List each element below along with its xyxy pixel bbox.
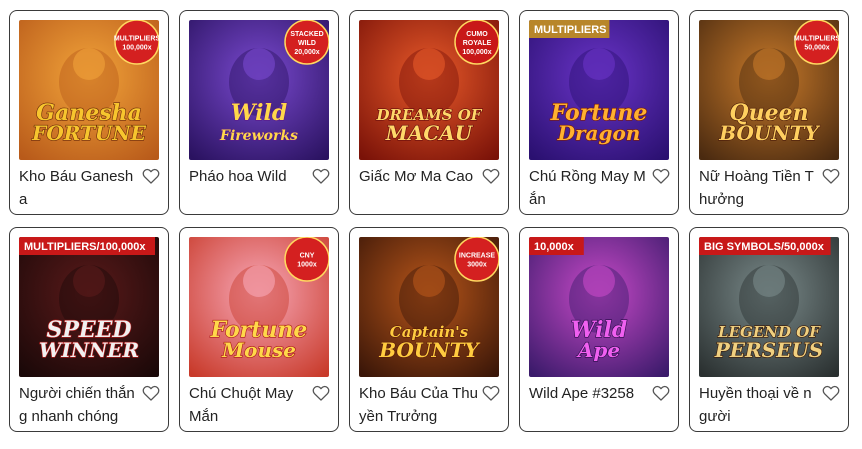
game-artwork: FortuneDragonMULTIPLIERS [529,20,669,160]
heart-icon[interactable] [821,166,841,186]
game-artwork: DREAMS OFMACAUCUMOROYALE100,000x [359,20,499,160]
game-thumbnail[interactable]: Fortune Dragon MULTIPLIERS [529,20,669,160]
game-thumbnail[interactable]: Fortune Mouse CNY 1000x [189,237,329,377]
game-logo-text: PERSEUS [714,338,823,362]
game-artwork: LEGEND OFPERSEUSBIG SYMBOLS/50,000x [699,237,839,377]
multiplier-badge-text: CUMO [466,31,488,38]
game-title[interactable]: Nữ Hoàng Tiền Thưởng [699,165,819,211]
game-card[interactable]: DREAMS OF MACAU CUMO ROYALE 100,000x Giấc Mơ … [349,10,509,215]
multiplier-badge-text: INCREASE [459,253,496,260]
heart-icon[interactable] [481,166,501,186]
game-title[interactable]: Wild Ape #3258 [529,382,649,405]
game-card[interactable]: Queen BOUNTY MULTIPLIERS 50,000x Nữ Hoàng Ti… [689,10,849,215]
game-grid: Ganesha FORTUNE MULTIPLIERS 100,000x Kho Báu… [9,10,859,432]
game-logo-text: Dragon [557,121,641,145]
multiplier-badge-text: MULTIPLIERS [114,36,159,43]
game-logo-text: Ape [576,338,620,362]
game-artwork: GaneshaFORTUNEMULTIPLIERS100,000x [19,20,159,160]
game-thumbnail[interactable]: Wild Ape 10,000x [529,237,669,377]
game-card[interactable]: Fortune Mouse CNY 1000x Chú Chuột May Mắn [179,227,339,432]
multiplier-badge-text: 20,000x [294,49,319,56]
game-card[interactable]: Wild Ape 10,000x Wild Ape #3258 [519,227,679,432]
game-title[interactable]: Kho Báu Ganesha [19,165,139,211]
game-title[interactable]: Huyền thoại về người [699,382,819,428]
multiplier-badge-text: CNY [300,253,315,260]
heart-icon[interactable] [141,383,161,403]
game-card[interactable]: Wild Fireworks STACKED WILD 20,000x Pháo hoa … [179,10,339,215]
game-card[interactable]: Ganesha FORTUNE MULTIPLIERS 100,000x Kho Báu… [9,10,169,215]
promo-banner-text: 10,000x [534,241,575,253]
game-artwork: QueenBOUNTYMULTIPLIERS50,000x [699,20,839,160]
game-title[interactable]: Pháo hoa Wild [189,165,309,188]
game-title[interactable]: Giấc Mơ Ma Cao [359,165,479,188]
promo-banner-text: BIG SYMBOLS/50,000x [704,241,825,253]
heart-icon[interactable] [651,383,671,403]
game-logo-text: Wild [231,100,287,126]
game-card[interactable]: Fortune Dragon MULTIPLIERS Chú Rồng May Mắn [519,10,679,215]
game-card[interactable]: Captain's BOUNTY INCREASE 3000x Kho Báu Của … [349,227,509,432]
game-logo-text: FORTUNE [31,121,146,145]
multiplier-badge-text: 1000x [297,262,317,269]
game-title[interactable]: Chú Rồng May Mắn [529,165,649,211]
game-artwork: Wild Fireworks STACKED WILD 20,000x [189,20,329,160]
game-title[interactable]: Người chiến thắng nhanh chóng [19,382,139,428]
game-thumbnail[interactable]: Queen BOUNTY MULTIPLIERS 50,000x [699,20,839,160]
game-logo-text: Fireworks [219,128,298,144]
game-card[interactable]: LEGEND OF PERSEUS BIG SYMBOLS/50,000x Huyền… [689,227,849,432]
game-thumbnail[interactable]: Captain's BOUNTY INCREASE 3000x [359,237,499,377]
heart-icon[interactable] [311,383,331,403]
multiplier-badge-text: MULTIPLIERS [794,36,839,43]
game-logo-text: WINNER [39,338,139,362]
heart-icon[interactable] [651,166,671,186]
heart-icon[interactable] [481,383,501,403]
promo-banner-text: MULTIPLIERS/100,000x [24,241,146,253]
game-logo-text: MACAU [385,121,474,145]
game-artwork: Captain'sBOUNTYINCREASE3000x [359,237,499,377]
promo-banner-text: MULTIPLIERS [534,24,607,36]
game-card[interactable]: SPEED WINNER MULTIPLIERS/100,000x Người chi… [9,227,169,432]
game-thumbnail[interactable]: Wild Fireworks STACKED WILD 20,000x [189,20,329,160]
multiplier-badge-text: 100,000x [122,45,151,52]
game-artwork: FortuneMouseCNY1000x [189,237,329,377]
game-artwork: WildApe10,000x [529,237,669,377]
heart-icon[interactable] [821,383,841,403]
game-thumbnail[interactable]: LEGEND OF PERSEUS BIG SYMBOLS/50,000x [699,237,839,377]
multiplier-badge-text: ROYALE [463,40,492,47]
game-title[interactable]: Kho Báu Của Thuyền Trưởng [359,382,479,428]
multiplier-badge-text: 3000x [467,262,487,269]
game-logo-text: Mouse [221,338,296,362]
multiplier-badge-text: 100,000x [462,49,491,56]
game-logo-text: BOUNTY [718,121,820,145]
game-thumbnail[interactable]: Ganesha FORTUNE MULTIPLIERS 100,000x [19,20,159,160]
game-artwork: SPEEDWINNERMULTIPLIERS/100,000x [19,237,159,377]
heart-icon[interactable] [311,166,331,186]
multiplier-badge-text: STACKED [290,31,323,38]
multiplier-badge-text: 50,000x [804,45,829,52]
game-logo-text: BOUNTY [378,338,480,362]
game-thumbnail[interactable]: SPEED WINNER MULTIPLIERS/100,000x [19,237,159,377]
multiplier-badge-text: WILD [298,40,316,47]
heart-icon[interactable] [141,166,161,186]
game-title[interactable]: Chú Chuột May Mắn [189,382,309,428]
game-thumbnail[interactable]: DREAMS OF MACAU CUMO ROYALE 100,000x [359,20,499,160]
